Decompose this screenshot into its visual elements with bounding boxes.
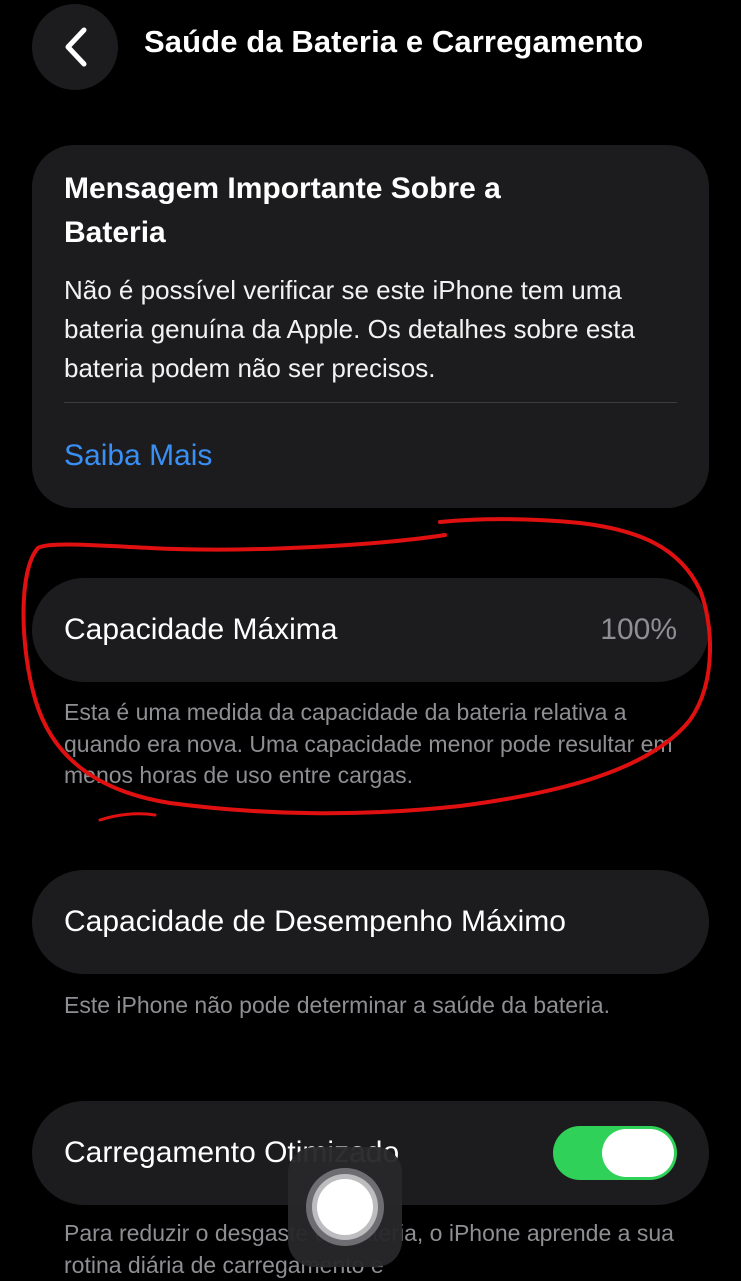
peak-performance-row: Capacidade de Desempenho Máximo bbox=[32, 870, 709, 974]
peak-performance-footnote: Este iPhone não pode determinar a saúde … bbox=[64, 992, 610, 1018]
maximum-capacity-label: Capacidade Máxima bbox=[64, 613, 338, 646]
toggle-knob bbox=[602, 1129, 674, 1177]
assistive-touch-button[interactable] bbox=[288, 1147, 402, 1267]
learn-more-link[interactable]: Saiba Mais bbox=[64, 436, 212, 476]
battery-alert-card: Mensagem Importante Sobre a Bateria Não … bbox=[32, 145, 709, 508]
divider bbox=[64, 402, 677, 403]
alert-message: Não é possível verificar se este iPhone … bbox=[64, 275, 635, 383]
chevron-left-icon bbox=[65, 27, 87, 67]
assistive-touch-ring-icon bbox=[306, 1168, 384, 1246]
page-title: Saúde da Bateria e Carregamento bbox=[144, 24, 644, 59]
alert-title: Mensagem Importante Sobre a Bateria bbox=[64, 172, 501, 249]
maximum-capacity-value: 100% bbox=[600, 613, 677, 646]
peak-performance-label: Capacidade de Desempenho Máximo bbox=[64, 905, 566, 938]
maximum-capacity-footnote: Esta é uma medida da capacidade da bater… bbox=[64, 699, 673, 788]
maximum-capacity-row: Capacidade Máxima 100% bbox=[32, 578, 709, 682]
navigation-bar: Saúde da Bateria e Carregamento bbox=[0, 0, 741, 96]
back-button[interactable] bbox=[32, 4, 118, 90]
optimized-charging-toggle[interactable] bbox=[553, 1126, 677, 1180]
